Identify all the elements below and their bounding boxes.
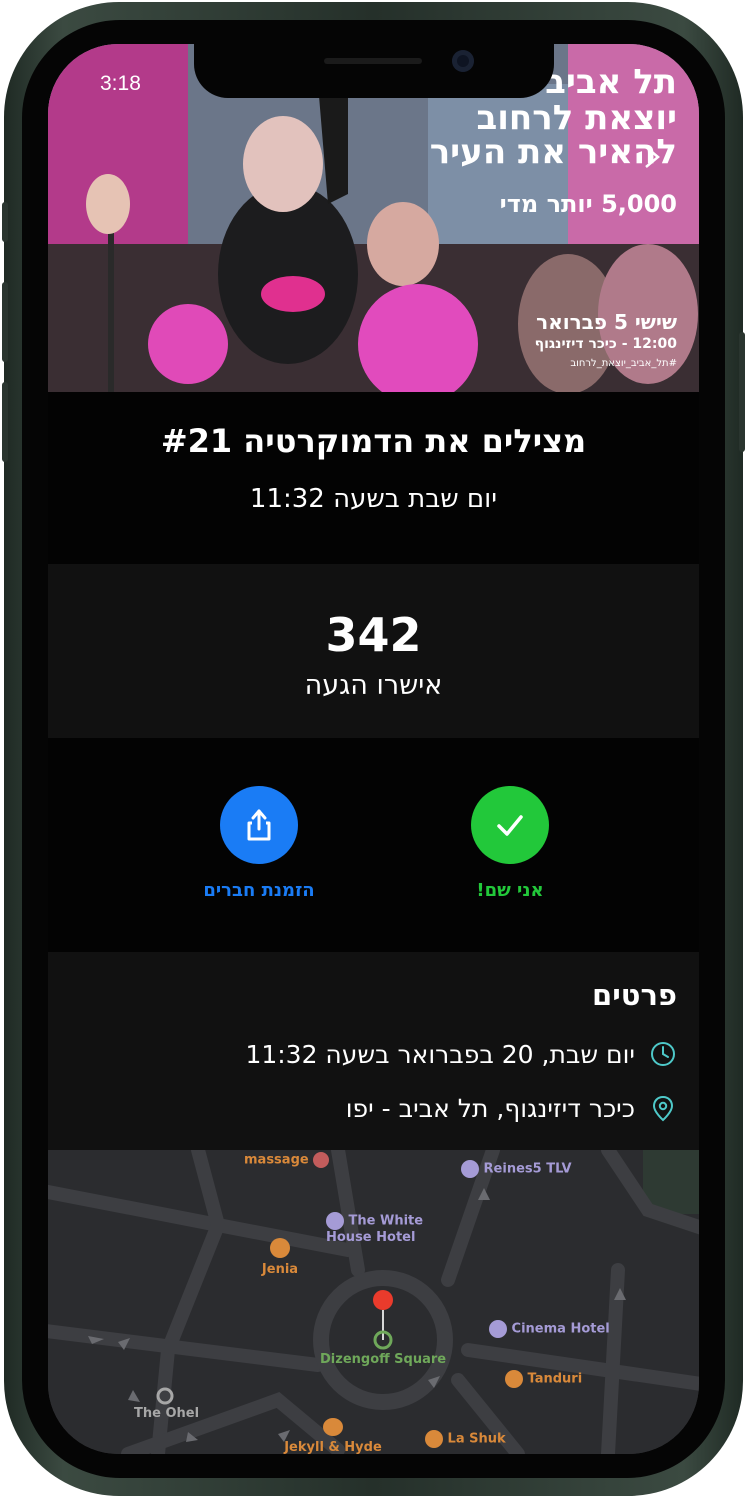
mute-switch xyxy=(2,202,8,242)
attendance-count: 342 xyxy=(325,608,422,662)
banner-line-city: תל אביב xyxy=(545,62,677,102)
detail-datetime-row: יום שבת, 20 בפברואר בשעה 11:32 xyxy=(68,1034,677,1074)
banner-line-5000: 5,000 יותר מדי xyxy=(499,190,677,218)
detail-location-row[interactable]: כיכר דיזינגוף, תל אביב - יפו xyxy=(68,1088,677,1128)
map-poi-jenia[interactable]: Jenia xyxy=(260,1238,300,1277)
actions-section: הזמנת חברים אני שם! xyxy=(48,738,699,952)
banner-hashtag: #תל_אביב_יוצאת_לרחוב xyxy=(570,358,677,369)
map-poi-dizengoff-square[interactable]: Dizengoff Square xyxy=(320,1352,446,1367)
notch xyxy=(194,44,554,98)
attend-button[interactable]: אני שם! xyxy=(420,786,600,901)
hotel-icon xyxy=(461,1160,479,1178)
checkmark-icon xyxy=(471,786,549,864)
event-header: מצילים את הדמוקרטיה #21 יום שבת בשעה 11:… xyxy=(48,392,699,564)
hotel-icon xyxy=(326,1212,344,1230)
map-poi-tanduri[interactable]: Tanduri xyxy=(505,1370,582,1388)
status-bar-time: 3:18 xyxy=(100,72,141,95)
map-poi-la-shuk[interactable]: La Shuk xyxy=(425,1430,506,1448)
clock-icon xyxy=(651,1042,675,1066)
front-camera xyxy=(452,50,474,72)
event-time: יום שבת בשעה 11:32 xyxy=(249,484,498,514)
banner-line-place: 12:00 - כיכר דיזינגוף xyxy=(534,336,677,352)
invite-friends-label: הזמנת חברים xyxy=(203,880,315,901)
attendance-section: 342 אישרו הגעה xyxy=(48,564,699,738)
speaker xyxy=(324,58,422,64)
attend-label: אני שם! xyxy=(476,880,544,901)
map-poi-reines5[interactable]: Reines5 TLV xyxy=(461,1160,572,1178)
detail-datetime: יום שבת, 20 בפברואר בשעה 11:32 xyxy=(245,1039,635,1069)
attendance-label: אישרו הגעה xyxy=(304,670,443,701)
event-map[interactable]: massage Reines5 TLV The White House Hote… xyxy=(48,1150,699,1454)
restaurant-icon xyxy=(270,1238,290,1258)
banner-arrow-icon xyxy=(638,144,660,168)
cafe-icon xyxy=(323,1418,343,1436)
map-poi-massage[interactable]: massage xyxy=(244,1152,330,1168)
volume-up-button xyxy=(2,282,8,362)
restaurant-icon xyxy=(425,1430,443,1448)
location-pin-icon xyxy=(652,1095,674,1122)
map-poi-the-ohel[interactable]: The Ohel xyxy=(134,1406,199,1421)
banner-line-date: שישי 5 פברואר xyxy=(536,310,677,334)
details-section: פרטים יום שבת, 20 בפברואר בשעה 11:32 כיכ… xyxy=(48,952,699,1150)
hotel-icon xyxy=(489,1320,507,1338)
restaurant-icon xyxy=(505,1370,523,1388)
detail-location: כיכר דיזינגוף, תל אביב - יפו xyxy=(345,1093,635,1123)
map-poi-white-house[interactable]: The White House Hotel xyxy=(326,1212,446,1245)
invite-friends-button[interactable]: הזמנת חברים xyxy=(169,786,349,901)
screen: תל אביב יוצאת לרחוב להאיר את העיר 5,000 … xyxy=(48,44,699,1454)
event-title: מצילים את הדמוקרטיה #21 xyxy=(160,422,587,460)
map-poi-jekyll-hyde[interactable]: Jekyll & Hyde xyxy=(283,1418,383,1454)
map-poi-cinema-hotel[interactable]: Cinema Hotel xyxy=(489,1320,610,1338)
share-icon xyxy=(220,786,298,864)
details-heading: פרטים xyxy=(592,978,677,1012)
spa-icon xyxy=(313,1152,330,1168)
power-button xyxy=(739,332,745,452)
volume-down-button xyxy=(2,382,8,462)
